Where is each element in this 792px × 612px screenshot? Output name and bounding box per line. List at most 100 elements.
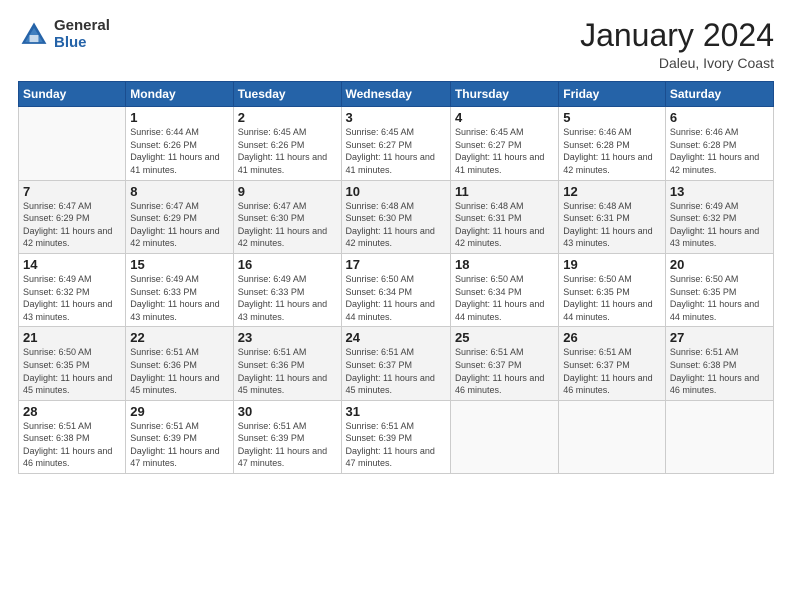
col-monday: Monday — [126, 82, 233, 107]
day-info: Sunrise: 6:45 AMSunset: 6:26 PMDaylight:… — [238, 126, 337, 176]
calendar-cell: 2Sunrise: 6:45 AMSunset: 6:26 PMDaylight… — [233, 107, 341, 180]
calendar-cell — [559, 400, 666, 473]
day-number: 31 — [346, 404, 446, 419]
calendar-cell: 25Sunrise: 6:51 AMSunset: 6:37 PMDayligh… — [450, 327, 558, 400]
day-number: 14 — [23, 257, 121, 272]
calendar-week-row: 21Sunrise: 6:50 AMSunset: 6:35 PMDayligh… — [19, 327, 774, 400]
day-number: 1 — [130, 110, 228, 125]
calendar-week-row: 14Sunrise: 6:49 AMSunset: 6:32 PMDayligh… — [19, 253, 774, 326]
calendar-cell: 6Sunrise: 6:46 AMSunset: 6:28 PMDaylight… — [665, 107, 773, 180]
logo-blue-text: Blue — [54, 35, 110, 52]
day-info: Sunrise: 6:47 AMSunset: 6:29 PMDaylight:… — [130, 200, 228, 250]
col-sunday: Sunday — [19, 82, 126, 107]
calendar-header-row: Sunday Monday Tuesday Wednesday Thursday… — [19, 82, 774, 107]
calendar-cell: 1Sunrise: 6:44 AMSunset: 6:26 PMDaylight… — [126, 107, 233, 180]
day-info: Sunrise: 6:46 AMSunset: 6:28 PMDaylight:… — [670, 126, 769, 176]
day-info: Sunrise: 6:48 AMSunset: 6:31 PMDaylight:… — [455, 200, 554, 250]
calendar-cell: 9Sunrise: 6:47 AMSunset: 6:30 PMDaylight… — [233, 180, 341, 253]
day-number: 25 — [455, 330, 554, 345]
calendar-cell: 20Sunrise: 6:50 AMSunset: 6:35 PMDayligh… — [665, 253, 773, 326]
day-info: Sunrise: 6:49 AMSunset: 6:33 PMDaylight:… — [130, 273, 228, 323]
day-info: Sunrise: 6:51 AMSunset: 6:39 PMDaylight:… — [130, 420, 228, 470]
calendar-cell: 13Sunrise: 6:49 AMSunset: 6:32 PMDayligh… — [665, 180, 773, 253]
calendar-cell: 14Sunrise: 6:49 AMSunset: 6:32 PMDayligh… — [19, 253, 126, 326]
day-number: 12 — [563, 184, 661, 199]
day-info: Sunrise: 6:47 AMSunset: 6:30 PMDaylight:… — [238, 200, 337, 250]
day-number: 24 — [346, 330, 446, 345]
title-block: January 2024 Daleu, Ivory Coast — [580, 18, 774, 71]
page: General Blue January 2024 Daleu, Ivory C… — [0, 0, 792, 612]
day-info: Sunrise: 6:45 AMSunset: 6:27 PMDaylight:… — [455, 126, 554, 176]
calendar-cell: 24Sunrise: 6:51 AMSunset: 6:37 PMDayligh… — [341, 327, 450, 400]
day-number: 4 — [455, 110, 554, 125]
day-info: Sunrise: 6:51 AMSunset: 6:36 PMDaylight:… — [238, 346, 337, 396]
calendar-cell: 26Sunrise: 6:51 AMSunset: 6:37 PMDayligh… — [559, 327, 666, 400]
day-info: Sunrise: 6:47 AMSunset: 6:29 PMDaylight:… — [23, 200, 121, 250]
day-info: Sunrise: 6:44 AMSunset: 6:26 PMDaylight:… — [130, 126, 228, 176]
calendar-cell: 22Sunrise: 6:51 AMSunset: 6:36 PMDayligh… — [126, 327, 233, 400]
day-number: 29 — [130, 404, 228, 419]
day-number: 5 — [563, 110, 661, 125]
day-info: Sunrise: 6:50 AMSunset: 6:35 PMDaylight:… — [23, 346, 121, 396]
calendar-cell: 27Sunrise: 6:51 AMSunset: 6:38 PMDayligh… — [665, 327, 773, 400]
calendar-cell — [450, 400, 558, 473]
day-info: Sunrise: 6:48 AMSunset: 6:30 PMDaylight:… — [346, 200, 446, 250]
calendar-cell: 11Sunrise: 6:48 AMSunset: 6:31 PMDayligh… — [450, 180, 558, 253]
calendar-cell: 30Sunrise: 6:51 AMSunset: 6:39 PMDayligh… — [233, 400, 341, 473]
day-info: Sunrise: 6:49 AMSunset: 6:33 PMDaylight:… — [238, 273, 337, 323]
col-thursday: Thursday — [450, 82, 558, 107]
day-info: Sunrise: 6:51 AMSunset: 6:38 PMDaylight:… — [670, 346, 769, 396]
day-number: 7 — [23, 184, 121, 199]
day-info: Sunrise: 6:51 AMSunset: 6:39 PMDaylight:… — [346, 420, 446, 470]
day-info: Sunrise: 6:49 AMSunset: 6:32 PMDaylight:… — [670, 200, 769, 250]
day-number: 13 — [670, 184, 769, 199]
day-number: 20 — [670, 257, 769, 272]
logo-icon — [18, 19, 50, 51]
day-number: 28 — [23, 404, 121, 419]
calendar-cell: 16Sunrise: 6:49 AMSunset: 6:33 PMDayligh… — [233, 253, 341, 326]
day-number: 30 — [238, 404, 337, 419]
col-saturday: Saturday — [665, 82, 773, 107]
calendar-cell: 5Sunrise: 6:46 AMSunset: 6:28 PMDaylight… — [559, 107, 666, 180]
calendar-week-row: 28Sunrise: 6:51 AMSunset: 6:38 PMDayligh… — [19, 400, 774, 473]
calendar-cell — [665, 400, 773, 473]
calendar-cell: 23Sunrise: 6:51 AMSunset: 6:36 PMDayligh… — [233, 327, 341, 400]
calendar-cell: 17Sunrise: 6:50 AMSunset: 6:34 PMDayligh… — [341, 253, 450, 326]
col-wednesday: Wednesday — [341, 82, 450, 107]
calendar-cell: 19Sunrise: 6:50 AMSunset: 6:35 PMDayligh… — [559, 253, 666, 326]
day-info: Sunrise: 6:45 AMSunset: 6:27 PMDaylight:… — [346, 126, 446, 176]
calendar-cell: 28Sunrise: 6:51 AMSunset: 6:38 PMDayligh… — [19, 400, 126, 473]
calendar-cell: 15Sunrise: 6:49 AMSunset: 6:33 PMDayligh… — [126, 253, 233, 326]
day-number: 8 — [130, 184, 228, 199]
day-info: Sunrise: 6:51 AMSunset: 6:37 PMDaylight:… — [346, 346, 446, 396]
col-friday: Friday — [559, 82, 666, 107]
day-number: 19 — [563, 257, 661, 272]
day-info: Sunrise: 6:50 AMSunset: 6:34 PMDaylight:… — [346, 273, 446, 323]
day-number: 10 — [346, 184, 446, 199]
col-tuesday: Tuesday — [233, 82, 341, 107]
calendar-cell: 4Sunrise: 6:45 AMSunset: 6:27 PMDaylight… — [450, 107, 558, 180]
calendar-cell: 3Sunrise: 6:45 AMSunset: 6:27 PMDaylight… — [341, 107, 450, 180]
day-number: 22 — [130, 330, 228, 345]
day-info: Sunrise: 6:49 AMSunset: 6:32 PMDaylight:… — [23, 273, 121, 323]
day-number: 26 — [563, 330, 661, 345]
calendar-cell — [19, 107, 126, 180]
day-number: 3 — [346, 110, 446, 125]
day-info: Sunrise: 6:46 AMSunset: 6:28 PMDaylight:… — [563, 126, 661, 176]
day-number: 21 — [23, 330, 121, 345]
calendar-cell: 21Sunrise: 6:50 AMSunset: 6:35 PMDayligh… — [19, 327, 126, 400]
day-number: 15 — [130, 257, 228, 272]
calendar-cell: 18Sunrise: 6:50 AMSunset: 6:34 PMDayligh… — [450, 253, 558, 326]
month-title: January 2024 — [580, 18, 774, 53]
calendar-cell: 7Sunrise: 6:47 AMSunset: 6:29 PMDaylight… — [19, 180, 126, 253]
calendar-cell: 10Sunrise: 6:48 AMSunset: 6:30 PMDayligh… — [341, 180, 450, 253]
day-info: Sunrise: 6:50 AMSunset: 6:35 PMDaylight:… — [563, 273, 661, 323]
day-info: Sunrise: 6:51 AMSunset: 6:38 PMDaylight:… — [23, 420, 121, 470]
calendar-week-row: 1Sunrise: 6:44 AMSunset: 6:26 PMDaylight… — [19, 107, 774, 180]
logo: General Blue — [18, 18, 110, 51]
calendar-table: Sunday Monday Tuesday Wednesday Thursday… — [18, 81, 774, 474]
calendar-cell: 29Sunrise: 6:51 AMSunset: 6:39 PMDayligh… — [126, 400, 233, 473]
day-info: Sunrise: 6:50 AMSunset: 6:34 PMDaylight:… — [455, 273, 554, 323]
logo-text: General Blue — [54, 18, 110, 51]
day-info: Sunrise: 6:51 AMSunset: 6:39 PMDaylight:… — [238, 420, 337, 470]
